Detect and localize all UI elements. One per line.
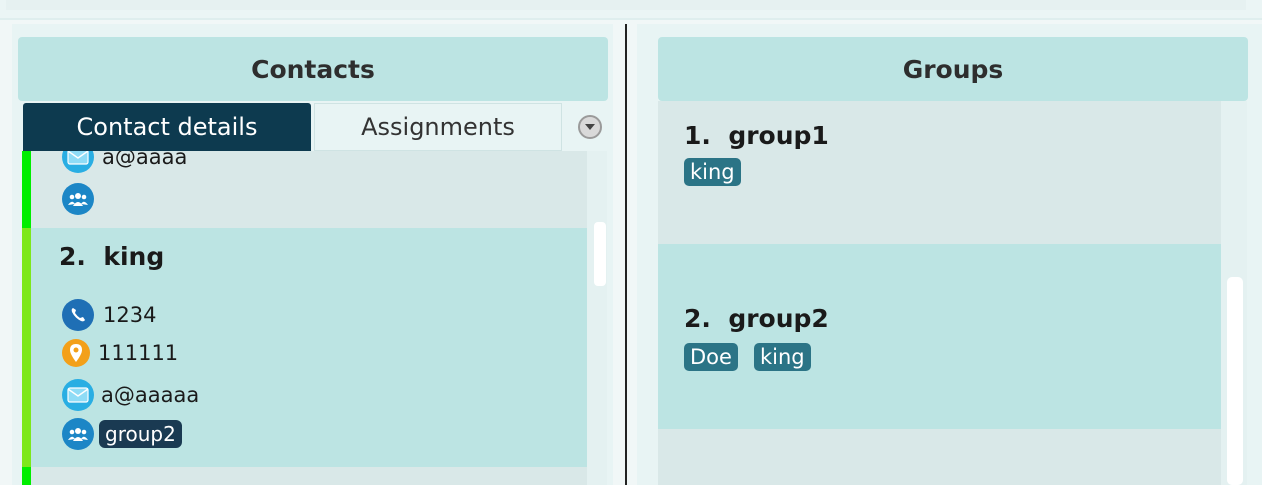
contact-email-row: a@aaaa (62, 151, 187, 173)
contact-address: 111111 (98, 341, 179, 365)
group-list[interactable]: 1. group1 king 2. group2 Doe king (658, 101, 1221, 485)
group-name-text: group2 (728, 304, 829, 333)
contact-address-row: 111111 (62, 339, 178, 367)
tab-contact-details[interactable]: Contact details (23, 103, 311, 151)
contact-card-bar (22, 151, 31, 228)
contact-email: a@aaaaa (101, 383, 200, 407)
contact-name-text: king (103, 242, 165, 271)
groups-header: Groups (658, 37, 1248, 101)
group-member-tag: Doe (684, 343, 738, 371)
contact-group-tag: group2 (99, 420, 182, 448)
contact-name: 2. king (59, 242, 164, 271)
contact-email: a@aaaa (102, 151, 188, 169)
tab-assignments[interactable]: Assignments (314, 103, 562, 151)
contact-list[interactable]: a@aaaa 2. king 1234 111111 a@aaaaa group… (22, 151, 587, 485)
group-name-text: group1 (728, 121, 829, 150)
group-member-tag: king (754, 343, 811, 371)
group-list-scroll-thumb[interactable] (1227, 277, 1243, 485)
group-name: 2. group2 (684, 304, 829, 333)
contact-groups-row: group2 (62, 418, 182, 450)
contact-list-scroll-thumb[interactable] (594, 222, 606, 286)
contact-phone: 1234 (103, 303, 157, 327)
panel-divider[interactable] (625, 24, 627, 485)
contact-list-scrollbar[interactable] (587, 151, 607, 485)
contact-groups-row (62, 183, 94, 215)
top-bar (0, 0, 1262, 20)
group-index: 2. (684, 304, 711, 333)
contact-phone-row: 1234 (62, 299, 156, 331)
contact-email-row: a@aaaaa (62, 379, 199, 411)
contact-card[interactable] (22, 467, 587, 485)
group-card[interactable]: 1. group1 king (658, 101, 1221, 244)
chevron-down-icon (585, 124, 595, 130)
people-group-icon (62, 183, 94, 215)
contacts-header: Contacts (18, 37, 608, 101)
contact-card-bar (22, 467, 31, 485)
group-name: 1. group1 (684, 121, 829, 150)
phone-icon (62, 299, 94, 331)
people-group-icon (62, 418, 94, 450)
envelope-icon (62, 151, 94, 173)
contacts-tab-bar: Contact details Assignments (22, 103, 608, 151)
group-card[interactable] (658, 429, 1221, 485)
envelope-icon (62, 379, 94, 411)
top-bar-inner (6, 0, 1246, 10)
group-index: 1. (684, 121, 711, 150)
window-edge (1262, 0, 1274, 485)
location-pin-icon (62, 339, 90, 367)
tabs-dropdown-button[interactable] (578, 115, 602, 139)
group-member-tag: king (684, 158, 741, 186)
group-card-selected[interactable]: 2. group2 Doe king (658, 244, 1221, 429)
contact-card-selected[interactable]: 2. king 1234 111111 a@aaaaa group2 (22, 228, 587, 467)
contact-index: 2. (59, 242, 86, 271)
contact-card-bar (22, 228, 31, 467)
contact-card[interactable]: a@aaaa (22, 151, 587, 228)
